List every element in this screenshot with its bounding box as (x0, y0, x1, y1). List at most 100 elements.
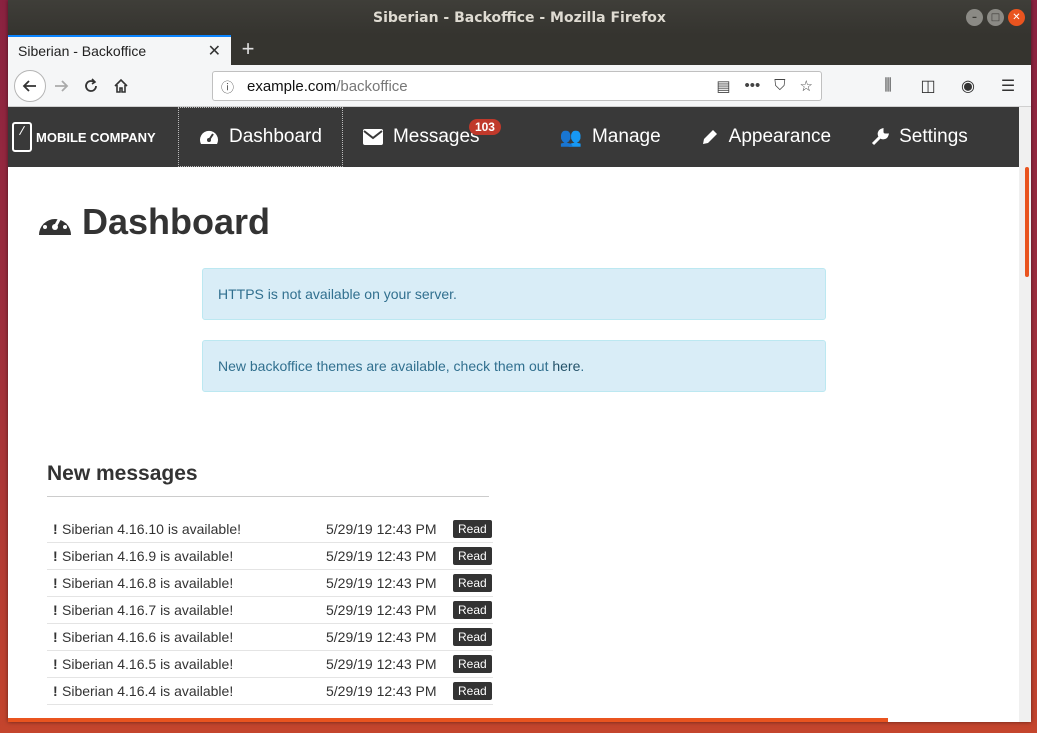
read-button[interactable]: Read (453, 574, 492, 592)
toolbar-right: ⫼ ◫ ◉ ☰ (873, 71, 1023, 101)
maximize-button[interactable]: □ (987, 9, 1004, 26)
exclamation-icon: ! (53, 575, 58, 591)
list-item: ! Siberian 4.16.9 is available! 5/29/19 … (47, 543, 493, 570)
list-item: ! Siberian 4.16.4 is available! 5/29/19 … (47, 678, 493, 705)
library-icon[interactable]: ⫼ (873, 71, 903, 101)
new-messages-heading: New messages (47, 462, 489, 497)
tab-close-icon[interactable]: ✕ (208, 41, 221, 61)
nav-settings[interactable]: Settings (851, 107, 988, 167)
site-info-icon[interactable]: ⓘ (221, 77, 239, 96)
nav-manage[interactable]: 👥 Manage (540, 107, 681, 167)
brand-logo[interactable]: MOBILE COMPANY (8, 107, 178, 167)
read-button[interactable]: Read (453, 628, 492, 646)
message-title: Siberian 4.16.6 is available! (62, 629, 234, 645)
list-item: ! Siberian 4.16.6 is available! 5/29/19 … (47, 624, 493, 651)
page-actions-icon[interactable]: ••• (745, 77, 761, 95)
pencil-icon (702, 130, 717, 144)
exclamation-icon: ! (53, 656, 58, 672)
list-item: ! Siberian 4.16.8 is available! 5/29/19 … (47, 570, 493, 597)
arrow-right-icon (55, 79, 69, 92)
message-date: 5/29/19 12:43 PM (326, 575, 437, 591)
home-icon (114, 78, 128, 93)
nav-appearance-label: Appearance (728, 126, 832, 147)
forward-button[interactable] (46, 71, 76, 101)
reload-icon (85, 77, 97, 92)
message-title: Siberian 4.16.4 is available! (62, 683, 234, 699)
users-icon: 👥 (559, 126, 582, 147)
window-titlebar[interactable]: Siberian - Backoffice - Mozilla Firefox … (8, 0, 1031, 35)
themes-alert: New backoffice themes are available, che… (202, 340, 826, 392)
window-title: Siberian - Backoffice - Mozilla Firefox (373, 9, 666, 26)
dashboard-icon (39, 212, 71, 235)
bookmark-star-icon[interactable]: ☆ (800, 77, 813, 95)
read-button[interactable]: Read (453, 655, 492, 673)
brand-name: MOBILE COMPANY (36, 129, 156, 145)
message-title: Siberian 4.16.5 is available! (62, 656, 234, 672)
tab-strip: Siberian - Backoffice ✕ + (8, 35, 1031, 65)
close-window-button[interactable]: ✕ (1008, 9, 1025, 26)
hamburger-menu-icon[interactable]: ☰ (993, 71, 1023, 101)
browser-window: Siberian - Backoffice - Mozilla Firefox … (8, 0, 1031, 722)
https-alert: HTTPS is not available on your server. (202, 268, 826, 320)
themes-alert-text: New backoffice themes are available, che… (218, 358, 553, 374)
tab-title: Siberian - Backoffice (18, 43, 147, 59)
reader-view-icon[interactable]: ▤ (716, 77, 730, 95)
nav-manage-label: Manage (591, 126, 661, 147)
scrollbar-thumb[interactable] (1025, 167, 1029, 277)
account-icon[interactable]: ◉ (953, 71, 983, 101)
exclamation-icon: ! (53, 629, 58, 645)
home-button[interactable] (106, 71, 136, 101)
exclamation-icon: ! (53, 683, 58, 699)
message-title: Siberian 4.16.9 is available! (62, 548, 234, 564)
read-button[interactable]: Read (453, 547, 492, 565)
https-alert-text: HTTPS is not available on your server. (218, 286, 457, 302)
page-scrollbar[interactable] (1019, 107, 1031, 722)
read-button[interactable]: Read (453, 682, 492, 700)
message-date: 5/29/19 12:43 PM (326, 683, 437, 699)
nav-settings-label: Settings (899, 126, 968, 147)
app-navbar: MOBILE COMPANY Dashboard Messages 103 👥 … (8, 107, 1019, 167)
message-date: 5/29/19 12:43 PM (326, 656, 437, 672)
minimize-button[interactable]: – (966, 9, 983, 26)
list-item: ! Siberian 4.16.7 is available! 5/29/19 … (47, 597, 493, 624)
dashboard-icon (200, 130, 218, 144)
page-content: Dashboard HTTPS is not available on your… (8, 167, 1019, 722)
new-tab-button[interactable]: + (231, 35, 265, 65)
message-title: Siberian 4.16.8 is available! (62, 575, 234, 591)
read-button[interactable]: Read (453, 520, 492, 538)
page-title-text: Dashboard (82, 201, 271, 242)
reload-button[interactable] (76, 71, 106, 101)
nav-appearance[interactable]: Appearance (681, 107, 851, 167)
messages-list: ! Siberian 4.16.10 is available! 5/29/19… (47, 516, 493, 705)
nav-dashboard[interactable]: Dashboard (178, 107, 343, 167)
list-item: ! Siberian 4.16.10 is available! 5/29/19… (47, 516, 493, 543)
nav-messages[interactable]: Messages 103 (343, 107, 501, 167)
pocket-icon[interactable]: ⛉ (774, 77, 785, 95)
themes-alert-suffix: . (580, 358, 585, 374)
sidebar-icon[interactable]: ◫ (913, 71, 943, 101)
loading-bar (8, 718, 888, 722)
url-path: /backoffice (336, 77, 408, 95)
exclamation-icon: ! (53, 548, 58, 564)
message-date: 5/29/19 12:43 PM (326, 629, 437, 645)
back-button[interactable] (14, 69, 46, 102)
message-title: Siberian 4.16.7 is available! (62, 602, 234, 618)
read-button[interactable]: Read (453, 601, 492, 619)
messages-count-badge: 103 (468, 119, 501, 135)
navigation-toolbar: ⓘ example.com /backoffice ▤ ••• ⛉ ☆ ⫼ ◫ … (8, 65, 1031, 107)
url-bar[interactable]: ⓘ example.com /backoffice ▤ ••• ⛉ ☆ (212, 71, 822, 101)
message-date: 5/29/19 12:43 PM (326, 521, 437, 537)
nav-dashboard-label: Dashboard (229, 126, 322, 147)
exclamation-icon: ! (53, 521, 58, 537)
themes-link[interactable]: here (552, 358, 580, 374)
arrow-left-icon (22, 79, 36, 92)
browser-tab[interactable]: Siberian - Backoffice ✕ (8, 35, 231, 65)
message-date: 5/29/19 12:43 PM (326, 548, 437, 564)
message-date: 5/29/19 12:43 PM (326, 602, 437, 618)
nav-messages-label: Messages (392, 126, 480, 147)
wrench-icon (872, 128, 890, 146)
message-title: Siberian 4.16.10 is available! (62, 521, 242, 537)
window-controls: – □ ✕ (966, 9, 1025, 26)
url-host: example.com (247, 77, 337, 95)
envelope-icon (362, 129, 383, 145)
